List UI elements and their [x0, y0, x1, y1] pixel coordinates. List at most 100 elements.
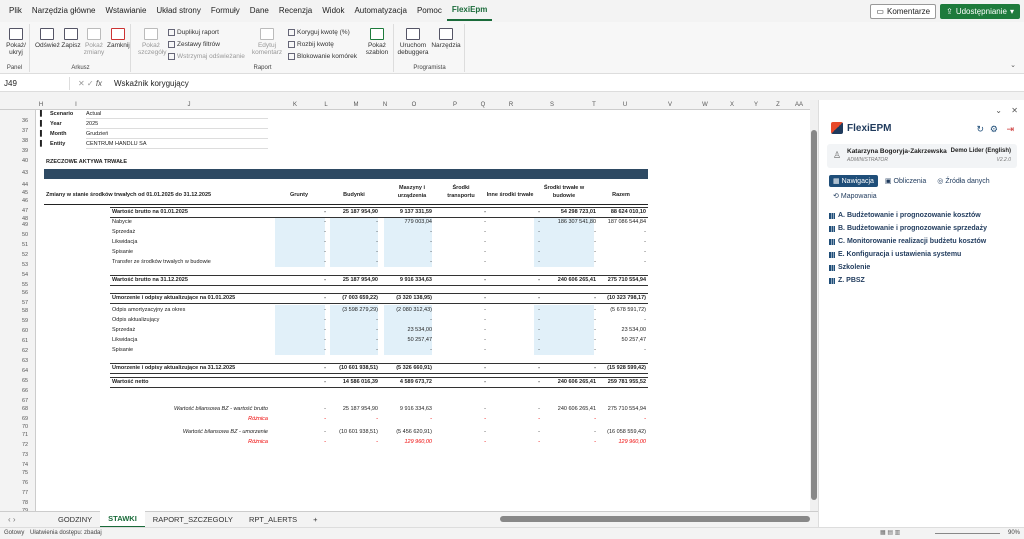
nav-item[interactable]: Z. PBSZ — [829, 277, 987, 284]
table-cell[interactable]: - — [266, 378, 326, 386]
table-cell[interactable]: 14 586 016,39 — [318, 378, 378, 386]
table-cell[interactable]: - — [426, 326, 486, 334]
row-header[interactable]: 45 — [14, 190, 36, 196]
chevron-down-icon[interactable]: ⌄ — [995, 106, 1002, 115]
check-cell[interactable]: - — [426, 405, 486, 413]
row-header[interactable]: 75 — [14, 470, 36, 476]
check-cell[interactable]: - — [318, 438, 378, 446]
table-cell[interactable]: - — [266, 346, 326, 354]
col-header[interactable]: V — [650, 100, 690, 110]
table-cell[interactable]: 275 710 554,94 — [586, 276, 646, 284]
table-cell[interactable]: - — [266, 238, 326, 246]
share-button[interactable]: ⇪ Udostępnianie ▾ — [940, 4, 1020, 19]
check-cell[interactable]: - — [586, 415, 646, 423]
table-cell[interactable]: - — [480, 316, 540, 324]
table-cell[interactable]: - — [426, 294, 486, 302]
table-cell[interactable]: 25 187 954,90 — [318, 208, 378, 216]
table-cell[interactable]: - — [266, 306, 326, 314]
table-cell[interactable]: - — [480, 208, 540, 216]
row-header[interactable]: 66 — [14, 388, 36, 394]
col-header[interactable]: W — [690, 100, 720, 110]
check-cell[interactable]: - — [480, 428, 540, 436]
table-cell[interactable]: - — [266, 228, 326, 236]
table-cell[interactable]: (3 320 138,95) — [372, 294, 432, 302]
table-cell[interactable]: - — [426, 238, 486, 246]
table-cell[interactable]: - — [586, 238, 646, 246]
col-header[interactable]: O — [392, 100, 436, 110]
table-cell[interactable]: - — [372, 248, 432, 256]
table-cell[interactable]: - — [480, 276, 540, 284]
row-header[interactable]: 62 — [14, 348, 36, 354]
table-cell[interactable]: - — [266, 336, 326, 344]
col-header[interactable]: J — [106, 100, 272, 110]
check-cell[interactable]: (16 058 559,42) — [586, 428, 646, 436]
menu-widok[interactable]: Widok — [317, 0, 349, 22]
table-cell[interactable]: - — [480, 248, 540, 256]
row-header[interactable]: 77 — [14, 490, 36, 496]
table-cell[interactable]: (5 326 660,91) — [372, 364, 432, 372]
table-cell[interactable]: - — [266, 364, 326, 372]
edit-comment-button[interactable]: Edytuj komentarz — [250, 28, 284, 56]
table-cell[interactable]: (7 003 659,22) — [318, 294, 378, 302]
table-cell[interactable]: (10 323 798,17) — [586, 294, 646, 302]
adjust-amount-button[interactable]: Koryguj kwotę (%) — [288, 29, 350, 36]
run-debugger-button[interactable]: Uruchom debuggera — [397, 28, 429, 56]
check-cell[interactable]: - — [426, 428, 486, 436]
table-cell[interactable]: (2 080 312,43) — [372, 306, 432, 314]
row-header[interactable]: 44 — [14, 182, 36, 188]
table-cell[interactable]: - — [426, 258, 486, 266]
save-button[interactable]: Zapisz — [61, 28, 81, 49]
table-cell[interactable]: 779 003,04 — [372, 218, 432, 226]
col-header[interactable]: H — [36, 100, 46, 110]
table-cell[interactable]: - — [318, 258, 378, 266]
table-cell[interactable]: - — [480, 326, 540, 334]
menu-recenzja[interactable]: Recenzja — [274, 0, 317, 22]
table-cell[interactable]: - — [480, 378, 540, 386]
view-mode-icons[interactable]: ▦ ▤ ▥ — [880, 529, 900, 536]
check-cell[interactable]: 25 187 954,90 — [318, 405, 378, 413]
row-header[interactable]: 40 — [14, 158, 36, 164]
table-cell[interactable]: - — [266, 258, 326, 266]
row-header[interactable]: 68 — [14, 406, 36, 412]
row-header[interactable]: 67 — [14, 398, 36, 404]
table-cell[interactable]: 259 781 955,52 — [586, 378, 646, 386]
tab-zrodla-danych[interactable]: ◎ Źródła danych — [933, 175, 993, 187]
name-box[interactable]: J49 — [0, 76, 70, 90]
table-cell[interactable]: - — [426, 336, 486, 344]
row-header[interactable]: 46 — [14, 198, 36, 204]
col-header[interactable]: M — [334, 100, 378, 110]
col-header[interactable]: Z — [768, 100, 788, 110]
close-icon[interactable]: ✕ — [1011, 106, 1018, 115]
check-cell[interactable]: - — [480, 438, 540, 446]
tab-godziny[interactable]: GODZINY — [50, 512, 100, 527]
col-header[interactable]: Q — [474, 100, 492, 110]
menu-wstawianie[interactable]: Wstawianie — [100, 0, 151, 22]
table-cell[interactable]: - — [586, 258, 646, 266]
table-cell[interactable]: - — [266, 326, 326, 334]
duplicate-report-button[interactable]: Duplikuj raport — [168, 29, 219, 36]
row-header[interactable]: 51 — [14, 242, 36, 248]
nav-item[interactable]: Szkolenie — [829, 264, 987, 271]
table-cell[interactable]: 88 624 010,10 — [586, 208, 646, 216]
table-cell[interactable]: 50 257,47 — [372, 336, 432, 344]
horizontal-scrollbar[interactable] — [500, 516, 810, 522]
table-cell[interactable]: - — [480, 346, 540, 354]
row-header[interactable]: 76 — [14, 480, 36, 486]
check-cell[interactable]: (5 456 620,91) — [372, 428, 432, 436]
row-header[interactable]: 50 — [14, 232, 36, 238]
toggle-panel-button[interactable]: Pokaż/ ukryj — [4, 28, 28, 56]
pause-refresh-button[interactable]: Wstrzymaj odświeżanie — [168, 53, 245, 60]
check-cell[interactable]: - — [266, 428, 326, 436]
accessibility-status[interactable]: Ułatwienia dostępu: zbadaj — [30, 530, 102, 536]
nav-item[interactable]: E. Konfiguracja i ustawienia systemu — [829, 251, 987, 258]
table-cell[interactable]: 9 916 334,63 — [372, 276, 432, 284]
row-header[interactable]: 54 — [14, 272, 36, 278]
table-cell[interactable]: - — [480, 336, 540, 344]
table-cell[interactable]: 187 086 544,84 — [586, 218, 646, 226]
row-header[interactable]: 58 — [14, 308, 36, 314]
table-cell[interactable]: - — [480, 218, 540, 226]
table-cell[interactable]: - — [266, 248, 326, 256]
col-header[interactable]: N — [378, 100, 392, 110]
menu-uklad-strony[interactable]: Układ strony — [151, 0, 205, 22]
table-cell[interactable]: - — [318, 346, 378, 354]
